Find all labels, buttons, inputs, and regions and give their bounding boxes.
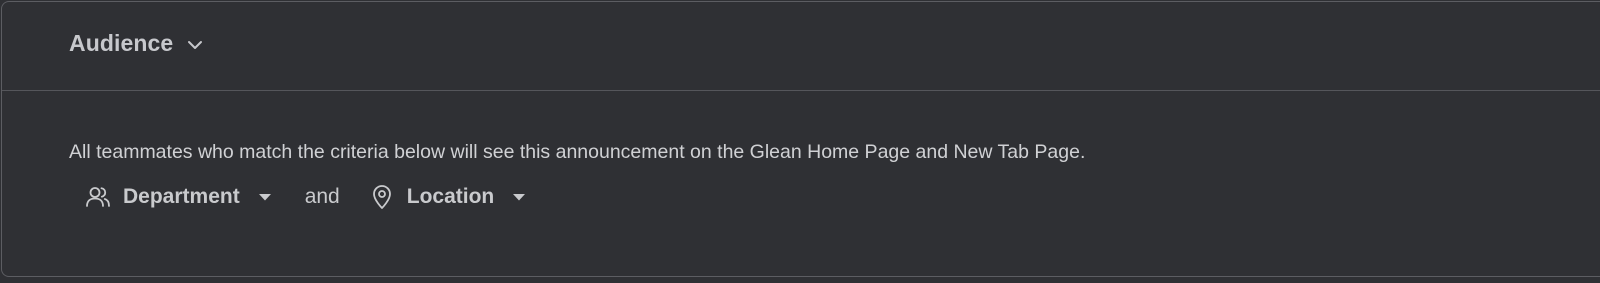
audience-toggle-button[interactable]: Audience	[69, 30, 203, 57]
department-filter-dropdown[interactable]: Department	[84, 183, 272, 211]
audience-description: All teammates who match the criteria bel…	[69, 141, 1086, 163]
people-icon	[84, 183, 112, 211]
location-label: Location	[406, 185, 495, 208]
criteria-row: Department and Location	[84, 181, 526, 213]
caret-down-icon	[258, 193, 272, 201]
section-title: Audience	[69, 30, 174, 56]
audience-panel: Audience All teammates who match the cri…	[1, 1, 1600, 277]
department-label: Department	[123, 185, 240, 208]
audience-header: Audience	[2, 2, 1600, 91]
caret-down-icon	[512, 193, 526, 201]
chevron-down-icon	[187, 40, 203, 50]
location-filter-dropdown[interactable]: Location	[368, 183, 527, 211]
criteria-conjunction: and	[304, 185, 340, 208]
map-pin-icon	[368, 183, 396, 211]
